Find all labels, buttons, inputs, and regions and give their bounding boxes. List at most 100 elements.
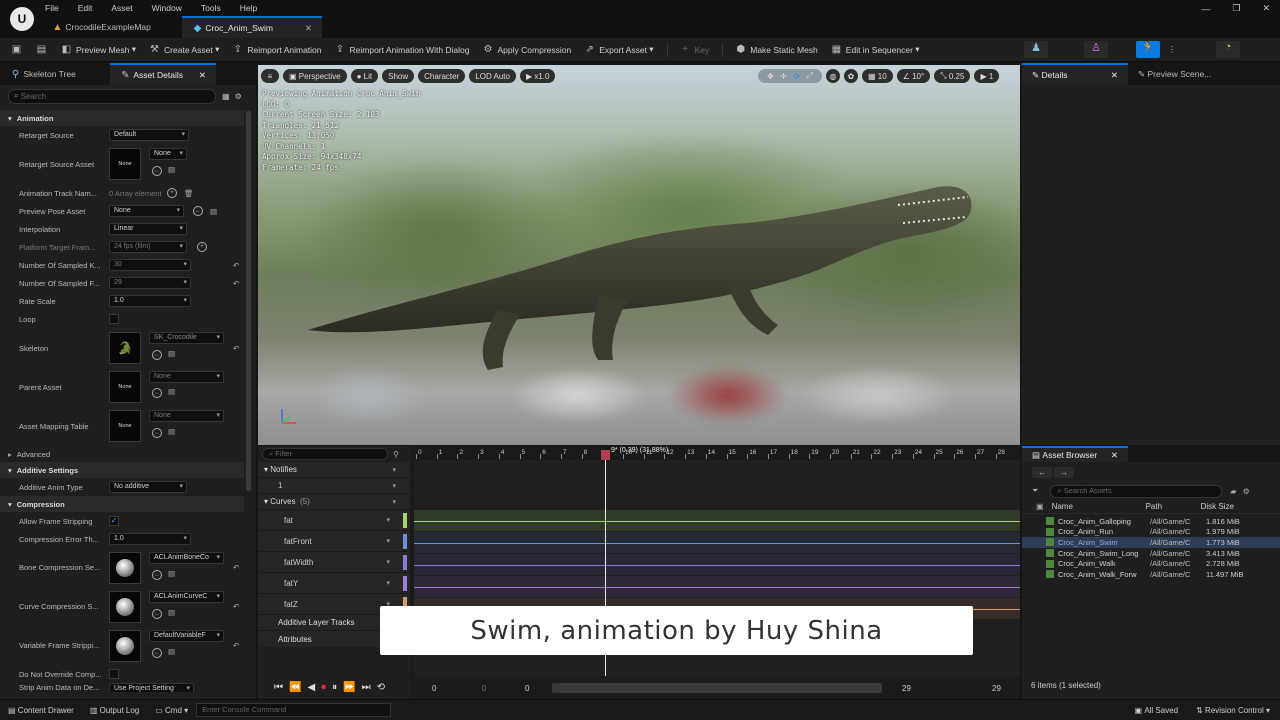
notifies-row[interactable]: ▾ Notifies ▾ — [258, 462, 410, 478]
menu-asset[interactable]: Asset — [111, 3, 132, 13]
crocodile-model[interactable] — [298, 175, 988, 375]
output-log-button[interactable]: ▥ Output Log — [90, 706, 139, 715]
asset-search[interactable]: ⌕ Search Assets — [1050, 484, 1223, 498]
range-start-green[interactable]: 0 — [482, 684, 486, 693]
skeleton-browse-icon[interactable]: ▤ — [168, 349, 175, 358]
edit-sequencer-button[interactable]: ▦ Edit in Sequencer ▾ — [831, 44, 920, 55]
curve-comp-reset-icon[interactable]: ↶ — [233, 602, 239, 611]
grid-snap-button[interactable]: ▦ 10 — [862, 69, 893, 83]
curves-menu-icon[interactable]: ▾ — [392, 498, 396, 506]
viewport-menu-button[interactable]: ≡ — [261, 69, 279, 83]
parent-asset-thumbnail[interactable]: None — [109, 371, 141, 403]
range-start[interactable]: 0 — [432, 684, 436, 693]
timeline-ruler[interactable]: 0 1 2 3 4 5 6 7 8 10 11 12 13 14 15 16 17 18 19 20 21 22 23 24 2… — [414, 446, 1020, 460]
advanced-toggle[interactable]: ▸ Advanced — [0, 446, 244, 462]
variable-frame-thumbnail[interactable] — [109, 630, 141, 662]
browse-icon[interactable]: ▤ — [36, 44, 47, 55]
perspective-button[interactable]: ▣ Perspective — [283, 69, 347, 83]
trash-icon[interactable]: 🗑 — [184, 189, 194, 198]
tab-details[interactable]: ✎ Details ✕ — [1022, 63, 1128, 85]
browse-asset-icon[interactable]: ▤ — [168, 165, 175, 174]
preview-pose-dropdown[interactable]: None — [109, 205, 184, 217]
menu-tools[interactable]: Tools — [201, 3, 221, 13]
tab-asset-details[interactable]: ✎ Asset Details ✕ — [110, 63, 216, 85]
record-icon[interactable]: ⏺ — [321, 682, 326, 693]
unreal-logo[interactable]: U — [10, 7, 34, 31]
make-static-mesh-button[interactable]: ⬢ Make Static Mesh — [735, 44, 817, 55]
allow-strip-checkbox[interactable]: ✓ — [109, 516, 119, 526]
no-override-checkbox[interactable] — [109, 669, 119, 679]
mapping-select-icon[interactable]: ← — [152, 428, 162, 438]
curve-comp-browse-icon[interactable]: ▤ — [168, 608, 175, 617]
variable-frame-browse-icon[interactable]: ▤ — [168, 647, 175, 656]
skeleton-select-icon[interactable]: ← — [152, 350, 162, 360]
lod-button[interactable]: LOD Auto — [469, 69, 516, 83]
variable-frame-select-icon[interactable]: ← — [152, 648, 162, 658]
view-end[interactable]: 29 — [902, 684, 911, 693]
filter-icon[interactable]: ⏷ — [1032, 486, 1038, 496]
rotation-snap-button[interactable]: ∠ 10° — [896, 69, 931, 83]
rate-scale-field[interactable]: 1.0 — [109, 295, 191, 307]
minimize-icon[interactable]: — — [1201, 4, 1210, 14]
more-options-icon[interactable]: ⋮ — [1168, 45, 1176, 54]
curve-row-fatwidth[interactable]: fatWidth — [258, 552, 410, 573]
tab-anim[interactable]: ◆ Croc_Anim_Swim ✕ — [182, 16, 322, 38]
curve-row-fat[interactable]: fat — [258, 510, 410, 531]
pause-icon[interactable]: ⏸ — [332, 682, 337, 693]
details-scrollbar[interactable] — [246, 111, 251, 491]
cmd-button[interactable]: ▭ Cmd ▾ — [155, 706, 188, 715]
menu-edit[interactable]: Edit — [78, 3, 93, 13]
transform-tools[interactable]: ✥ ✛ ⟳ ⤢ — [758, 69, 822, 83]
asset-settings-icon[interactable]: ⚙ — [1243, 487, 1250, 496]
details-search[interactable]: ⌕ Search — [8, 88, 216, 104]
asset-row[interactable]: Croc_Anim_Galloping/All/Game/C 1.816 MiB — [1022, 516, 1280, 527]
view-options-icon[interactable]: ▦ — [222, 92, 230, 101]
reset-keys-icon[interactable]: ↶ — [233, 261, 239, 270]
bone-comp-select-icon[interactable]: ← — [152, 570, 162, 580]
parent-select-icon[interactable]: ← — [152, 388, 162, 398]
first-frame-icon[interactable]: ⏮ — [274, 682, 283, 693]
category-additive[interactable]: Additive Settings — [0, 462, 244, 478]
close-details-tab-icon[interactable]: ✕ — [1111, 70, 1118, 81]
reimport-button[interactable]: ⇪ Reimport Animation — [232, 44, 322, 55]
curve-row-fatfront[interactable]: fatFront — [258, 531, 410, 552]
prev-frame-icon[interactable]: ⏪ — [289, 682, 301, 693]
curve-comp-select-icon[interactable]: ← — [152, 609, 162, 619]
sampled-frames-field[interactable]: 29 — [109, 277, 191, 289]
asset-row[interactable]: Croc_Anim_Swim_Long/All/Game/C 3.413 MiB — [1022, 548, 1280, 559]
surface-snap-button[interactable]: ✿ — [844, 69, 858, 83]
close-asset-browser-icon[interactable]: ✕ — [1111, 450, 1118, 461]
view-start[interactable]: 0 — [525, 684, 529, 693]
interpolation-dropdown[interactable]: Linear — [109, 223, 187, 235]
close-details-icon[interactable]: ✕ — [199, 70, 206, 81]
character-button[interactable]: Character — [418, 69, 466, 83]
world-local-button[interactable]: ◍ — [826, 69, 840, 83]
add-track-icon[interactable]: ⚲ — [393, 450, 399, 459]
column-name[interactable]: Name — [1052, 502, 1146, 511]
camera-speed-button[interactable]: ▶ 1 — [974, 69, 1000, 83]
reimport-dialog-button[interactable]: ⇪ Reimport Animation With Dialog — [335, 44, 470, 55]
variable-frame-dropdown[interactable]: DefaultVariableF — [149, 630, 224, 642]
create-asset-button[interactable]: ⚒ Create Asset ▾ — [149, 44, 219, 55]
sampled-keys-field[interactable]: 30 — [109, 259, 191, 271]
skeleton-reset-icon[interactable]: ↶ — [233, 344, 239, 353]
viewport[interactable]: ≡ ▣ Perspective ● Lit Show Character LOD… — [258, 65, 1020, 445]
show-button[interactable]: Show — [382, 69, 415, 83]
menu-window[interactable]: Window — [152, 3, 182, 13]
mapping-table-thumbnail[interactable]: None — [109, 410, 141, 442]
blueprint-mode-button[interactable]: ◔ — [1216, 41, 1240, 58]
playhead-marker[interactable] — [601, 450, 610, 460]
revision-control-button[interactable]: ⇅ Revision Control ▾ — [1196, 706, 1270, 715]
column-size[interactable]: Disk Size — [1201, 502, 1234, 511]
scale-snap-button[interactable]: ⤡ 0.25 — [934, 69, 971, 83]
back-icon[interactable]: ← — [1032, 466, 1052, 478]
category-compression[interactable]: Compression — [0, 496, 244, 512]
use-selected-icon[interactable]: ← — [152, 166, 162, 176]
notify-track-row[interactable]: 1 ▾ — [258, 478, 410, 494]
loop-checkbox[interactable] — [109, 314, 119, 324]
column-path[interactable]: Path — [1146, 502, 1201, 511]
skeleton-dropdown[interactable]: SK_Crocodile — [149, 332, 224, 344]
last-frame-icon[interactable]: ⏭ — [362, 682, 371, 693]
variable-frame-reset-icon[interactable]: ↶ — [233, 641, 239, 650]
track-filter[interactable]: ⌕ Filter — [262, 448, 388, 460]
